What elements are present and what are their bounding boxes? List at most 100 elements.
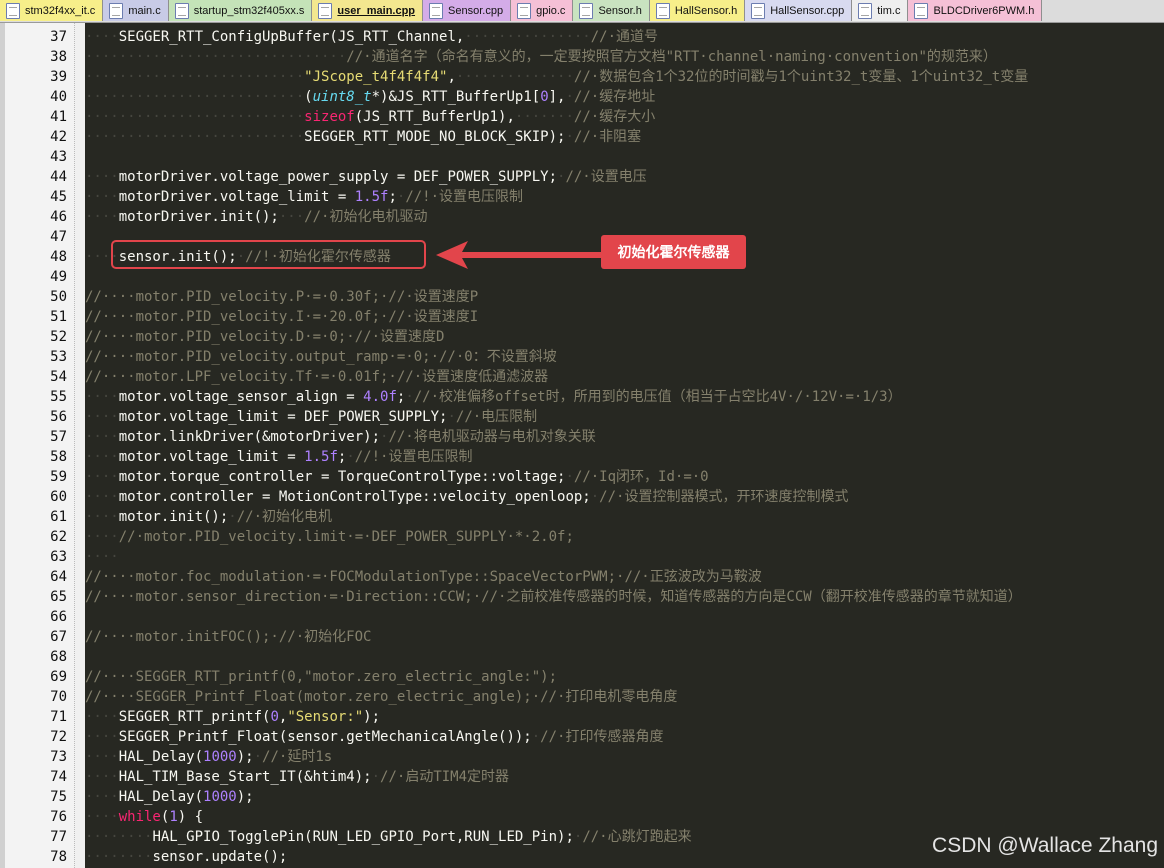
line-number: 73 bbox=[50, 749, 67, 765]
token-string: "Sensor:" bbox=[287, 709, 364, 725]
tab-label: Sensor.h bbox=[598, 4, 642, 17]
token-ws: · bbox=[590, 489, 600, 505]
code-line: 62 ····//·motor.PID_velocity.limit·=·DEF_… bbox=[0, 527, 1164, 547]
token-code: HAL_Delay( bbox=[118, 749, 204, 765]
code-text: ····SEGGER_RTT_printf(0,"Sensor:"); bbox=[85, 707, 380, 727]
token-number: 1000 bbox=[203, 749, 237, 765]
code-text: ····//·motor.PID_velocity.limit·=·DEF_PO… bbox=[85, 527, 574, 547]
token-comment: //····motor.PID_velocity.output_ramp·=·0… bbox=[85, 349, 557, 365]
code-text: ····SEGGER_RTT_ConfigUpBuffer(JS_RTT_Cha… bbox=[85, 27, 658, 47]
token-code: , bbox=[447, 69, 456, 85]
line-number: 63 bbox=[50, 549, 67, 565]
code-line: 55 ····motor.voltage_sensor_align = 4.0f;… bbox=[0, 387, 1164, 407]
line-number: 72 bbox=[50, 729, 67, 745]
token-comment: //!·设置电压限制 bbox=[354, 449, 473, 465]
code-line: 67 //····motor.initFOC();·//·初始化FOC bbox=[0, 627, 1164, 647]
highlight-box bbox=[111, 240, 426, 269]
file-icon bbox=[914, 2, 929, 19]
code-text: ····HAL_TIM_Base_Start_IT(&htim4);·//·启动… bbox=[85, 767, 509, 787]
line-number: 49 bbox=[50, 269, 67, 285]
line-number: 37 bbox=[50, 29, 67, 45]
file-icon bbox=[751, 2, 766, 19]
token-comment: //····motor.PID_velocity.I·=·20.0f;·//·设… bbox=[85, 309, 479, 325]
token-code: ( bbox=[304, 89, 313, 105]
token-comment: //·缓存地址 bbox=[573, 89, 656, 105]
token-code: HAL_TIM_Base_Start_IT(&htim4); bbox=[118, 769, 372, 785]
code-text: ·······························//·通道名字（命… bbox=[85, 47, 997, 67]
token-ws: · bbox=[447, 409, 456, 425]
token-code: ); bbox=[236, 789, 254, 805]
code-line: 44 ····motorDriver.voltage_power_supply =… bbox=[0, 167, 1164, 187]
token-comment: //····motor.foc_modulation·=·FOCModulati… bbox=[85, 569, 762, 585]
line-number: 48 bbox=[50, 249, 67, 265]
code-text: ····motor.controller = MotionControlType… bbox=[85, 487, 848, 507]
line-number: 53 bbox=[50, 349, 67, 365]
token-code: SEGGER_RTT_printf( bbox=[118, 709, 271, 725]
tab-user-main-cpp[interactable]: user_main.cpp bbox=[312, 0, 424, 21]
code-line: 41 ··························sizeof(JS_RT… bbox=[0, 107, 1164, 127]
token-comment: //·通道号 bbox=[590, 29, 659, 45]
file-icon bbox=[109, 2, 124, 19]
code-line: 68 bbox=[0, 647, 1164, 667]
line-number: 71 bbox=[50, 709, 67, 725]
line-number: 40 bbox=[50, 89, 67, 105]
code-editor[interactable]: 37 ····SEGGER_RTT_ConfigUpBuffer(JS_RTT_C… bbox=[0, 27, 1164, 867]
code-text: ········sensor.update(); bbox=[85, 847, 287, 867]
code-line: 75 ····HAL_Delay(1000); bbox=[0, 787, 1164, 807]
token-code: SEGGER_Printf_Float(sensor.getMechanical… bbox=[118, 729, 532, 745]
code-text: ····motor.voltage_sensor_align = 4.0f;·/… bbox=[85, 387, 902, 407]
line-number: 43 bbox=[50, 149, 67, 165]
code-text: //····motor.foc_modulation·=·FOCModulati… bbox=[85, 567, 762, 587]
code-line: 42 ··························SEGGER_RTT_M… bbox=[0, 127, 1164, 147]
code-text: ····motor.init();·//·初始化电机 bbox=[85, 507, 332, 527]
token-ws: ···· bbox=[85, 549, 119, 565]
token-ws: ···· bbox=[85, 449, 119, 465]
file-icon bbox=[579, 2, 594, 19]
token-code: ; bbox=[388, 189, 397, 205]
tab-bldcdriver6pwm-h[interactable]: BLDCDriver6PWM.h bbox=[908, 0, 1043, 21]
token-code: SEGGER_RTT_ConfigUpBuffer(JS_RTT_Channel… bbox=[118, 29, 465, 45]
code-text: ··························SEGGER_RTT_MOD… bbox=[85, 127, 641, 147]
line-number: 65 bbox=[50, 589, 67, 605]
token-number: 1.5f bbox=[354, 189, 389, 205]
line-number: 39 bbox=[50, 69, 67, 85]
token-ws: · bbox=[405, 389, 414, 405]
tab-sensor-cpp[interactable]: Sensor.cpp bbox=[423, 0, 512, 21]
token-ws: · bbox=[565, 469, 574, 485]
tab-gpio-c[interactable]: gpio.c bbox=[511, 0, 574, 21]
token-number: 4.0f bbox=[363, 389, 397, 405]
tab-startup-stm32f405xx-s[interactable]: startup_stm32f405xx.s bbox=[168, 0, 313, 21]
line-number: 62 bbox=[50, 529, 67, 545]
tab-stm32f4xx-it-c[interactable]: stm32f4xx_it.c bbox=[0, 0, 104, 21]
line-number: 77 bbox=[50, 829, 67, 845]
token-code: motor.voltage_sensor_align = bbox=[118, 389, 364, 405]
token-comment: //·Iq闭环，Id·=·0 bbox=[573, 469, 709, 485]
tab-hallsensor-cpp[interactable]: HallSensor.cpp bbox=[745, 0, 853, 21]
tab-label: tim.c bbox=[877, 4, 901, 17]
watermark: CSDN @Wallace Zhang bbox=[932, 834, 1158, 857]
token-ws: · bbox=[565, 89, 574, 105]
token-comment: //·心跳灯跑起来 bbox=[582, 829, 692, 845]
tab-label: HallSensor.cpp bbox=[770, 4, 845, 17]
code-text: //····SEGGER_RTT_printf(0,"motor.zero_el… bbox=[85, 667, 557, 687]
line-number: 52 bbox=[50, 329, 67, 345]
tab-tim-c[interactable]: tim.c bbox=[852, 0, 909, 21]
token-code: (JS_RTT_BufferUp1), bbox=[354, 109, 515, 125]
token-ws: ···· bbox=[85, 209, 119, 225]
tab-hallsensor-h[interactable]: HallSensor.h bbox=[649, 0, 746, 21]
tab-main-c[interactable]: main.c bbox=[103, 0, 169, 21]
code-text: //····motor.initFOC();·//·初始化FOC bbox=[85, 627, 371, 647]
token-ws: ·························· bbox=[85, 69, 305, 85]
token-ws: ···· bbox=[85, 729, 119, 745]
file-icon bbox=[6, 2, 20, 19]
token-comment: //·延时1s bbox=[262, 749, 333, 765]
line-number: 42 bbox=[50, 129, 67, 145]
tab-sensor-h[interactable]: Sensor.h bbox=[573, 0, 650, 21]
token-comment: //·初始化电机驱动 bbox=[304, 209, 428, 225]
token-ws: ···· bbox=[85, 749, 119, 765]
token-ws: ···· bbox=[85, 469, 119, 485]
token-comment: //·缓存大小 bbox=[573, 109, 656, 125]
token-ws: · bbox=[371, 769, 381, 785]
token-comment: //·设置控制器模式，开环速度控制模式 bbox=[599, 489, 849, 505]
file-icon bbox=[517, 2, 532, 19]
